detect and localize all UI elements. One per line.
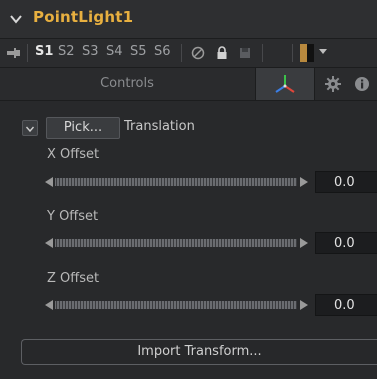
z-offset-slider[interactable] [45, 299, 307, 311]
slot-s5[interactable]: S5 [130, 44, 147, 59]
chevron-down-icon[interactable] [9, 12, 23, 26]
slot-s1[interactable]: S1 [35, 44, 53, 59]
tab-transform[interactable] [255, 68, 315, 100]
dropdown-arrow-icon[interactable] [319, 49, 327, 55]
toolbar-divider [262, 44, 263, 62]
disable-icon[interactable] [190, 45, 206, 61]
group-label: Translation [124, 119, 195, 134]
slot-s2[interactable]: S2 [58, 44, 75, 59]
toolbar-divider [27, 44, 28, 62]
controls-content: Pick... Translation X Offset 0.0 Y Offse… [0, 101, 377, 379]
y-offset-label: Y Offset [47, 209, 99, 224]
lock-icon[interactable] [214, 45, 230, 61]
x-offset-slider[interactable] [45, 176, 307, 188]
pick-button[interactable]: Pick... [46, 117, 120, 139]
tool-header[interactable]: PointLight1 [0, 0, 377, 39]
import-transform-button[interactable]: Import Transform... [21, 339, 377, 365]
z-offset-label: Z Offset [47, 271, 100, 286]
toolbar-divider [292, 44, 293, 62]
slider-right-arrow-icon[interactable] [300, 300, 308, 310]
tab-bar: Controls [0, 68, 377, 101]
transform-axes-icon [275, 75, 295, 93]
gear-icon[interactable] [323, 74, 343, 94]
version-toolbar: S1 S2 S3 S4 S5 S6 [0, 39, 377, 68]
x-offset-value[interactable]: 0.0 [315, 171, 377, 193]
y-offset-slider[interactable] [45, 237, 307, 249]
inspector-panel: PointLight1 S1 S2 S3 S4 S5 S6 Controls P… [0, 0, 377, 379]
slider-right-arrow-icon[interactable] [300, 238, 308, 248]
chevron-down-icon [25, 126, 35, 133]
translation-group: Pick... Translation [22, 117, 362, 139]
tab-controls[interactable]: Controls [0, 68, 254, 100]
color-swatch[interactable] [300, 44, 314, 62]
y-offset-value[interactable]: 0.0 [315, 232, 377, 254]
tool-title: PointLight1 [33, 8, 134, 26]
x-offset-label: X Offset [47, 147, 100, 162]
toolbar-divider [181, 44, 182, 62]
group-expander[interactable] [22, 120, 38, 136]
slot-s4[interactable]: S4 [106, 44, 123, 59]
slot-s3[interactable]: S3 [82, 44, 99, 59]
slider-right-arrow-icon[interactable] [300, 177, 308, 187]
pin-icon[interactable] [6, 46, 22, 60]
z-offset-value[interactable]: 0.0 [315, 294, 377, 316]
save-icon[interactable] [237, 45, 253, 61]
info-icon[interactable] [352, 74, 372, 94]
slot-s6[interactable]: S6 [154, 44, 171, 59]
